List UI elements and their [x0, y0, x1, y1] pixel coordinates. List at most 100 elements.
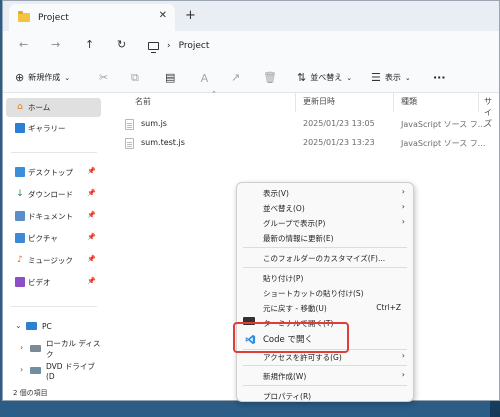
js-file-icon: [125, 119, 134, 130]
sidebar-item-label: ビデオ: [28, 278, 51, 287]
file-type: JavaScript ソース フ...: [401, 139, 486, 148]
menu-item-label: 表示(V): [263, 189, 289, 198]
menu-item-customize[interactable]: このフォルダーのカスタマイズ(F)...: [237, 250, 413, 265]
menu-item-view[interactable]: 表示(V) ›: [237, 185, 413, 200]
dvd-drive-icon: [30, 367, 41, 374]
menu-item-paste[interactable]: 貼り付け(P): [237, 270, 413, 285]
video-icon: [15, 277, 25, 287]
column-divider[interactable]: [295, 93, 296, 112]
sidebar-item-music[interactable]: ♪ ミュージック 📌: [6, 251, 101, 270]
menu-item-label: 最新の情報に更新(E): [263, 234, 334, 243]
pin-icon[interactable]: 📌: [87, 255, 96, 263]
tab-bar: Project ✕ +: [3, 1, 499, 31]
share-icon[interactable]: ↗: [231, 62, 240, 93]
submenu-arrow-icon: ›: [401, 202, 405, 211]
tab-project[interactable]: Project ✕: [9, 4, 175, 31]
submenu-arrow-icon: ›: [401, 370, 405, 379]
address-path[interactable]: › Project: [140, 34, 499, 58]
monitor-icon: [148, 42, 159, 53]
menu-item-new[interactable]: 新規作成(W) ›: [237, 368, 413, 383]
rename-icon[interactable]: Ａ: [199, 62, 210, 93]
sidebar-item-downloads[interactable]: ↓ ダウンロード 📌: [6, 185, 101, 204]
sidebar-item-desktop[interactable]: デスクトップ 📌: [6, 163, 101, 182]
delete-icon[interactable]: 🗑: [263, 62, 277, 93]
sidebar-item-label: ダウンロード: [28, 190, 73, 199]
download-icon: ↓: [16, 189, 24, 199]
sidebar-item-videos[interactable]: ビデオ 📌: [6, 273, 101, 292]
gallery-icon: [15, 123, 25, 133]
sidebar-item-pc[interactable]: ⌄ PC: [6, 317, 101, 336]
pin-icon[interactable]: 📌: [87, 277, 96, 285]
menu-item-label: プロパティ(R): [263, 392, 312, 401]
menu-item-undo[interactable]: 元に戻す - 移動(U) Ctrl+Z: [237, 300, 413, 315]
file-row[interactable]: sum.test.js 2025/01/23 13:23 JavaScript …: [125, 134, 499, 153]
sidebar-item-label: デスクトップ: [28, 168, 73, 177]
tab-title: Project: [38, 12, 69, 23]
js-file-icon: [125, 138, 134, 149]
new-tab-button[interactable]: +: [185, 8, 196, 23]
submenu-arrow-icon: ›: [401, 187, 405, 196]
drive-icon: [30, 345, 41, 352]
menu-item-properties[interactable]: プロパティ(R): [237, 388, 413, 403]
column-header-name[interactable]: 名前: [135, 96, 151, 107]
file-row[interactable]: sum.js 2025/01/23 13:05 JavaScript ソース フ…: [125, 115, 499, 134]
paste-icon[interactable]: ▤: [165, 62, 175, 93]
new-button-label: 新規作成: [28, 73, 61, 82]
forward-arrow-icon[interactable]: →: [51, 38, 60, 51]
pin-icon[interactable]: 📌: [87, 189, 96, 197]
sidebar-item-home[interactable]: ⌂ ホーム: [6, 98, 101, 117]
sidebar-item-local-disk[interactable]: › ローカル ディスク: [6, 339, 101, 359]
pin-icon[interactable]: 📌: [87, 233, 96, 241]
menu-item-group[interactable]: グループで表示(P) ›: [237, 215, 413, 230]
column-divider[interactable]: [393, 93, 394, 112]
sidebar-item-label: ピクチャ: [28, 234, 58, 243]
plus-circle-icon: ⊕: [15, 71, 25, 84]
chevron-down-icon: ⌄: [346, 73, 353, 82]
cut-icon[interactable]: ✂: [99, 62, 108, 93]
submenu-arrow-icon: ›: [401, 217, 405, 226]
view-list-icon: ☰: [371, 71, 381, 84]
submenu-arrow-icon: ›: [401, 351, 405, 360]
more-options-button[interactable]: ···: [433, 62, 446, 93]
refresh-icon[interactable]: ↻: [117, 38, 126, 51]
column-divider[interactable]: [478, 93, 479, 112]
sidebar-divider: [11, 152, 97, 153]
back-arrow-icon[interactable]: ←: [19, 38, 28, 51]
sidebar-item-documents[interactable]: ドキュメント 📌: [6, 207, 101, 226]
view-button[interactable]: ☰ 表示 ⌄: [371, 62, 411, 93]
column-header-type[interactable]: 種類: [401, 96, 417, 107]
menu-separator: [243, 247, 407, 248]
file-modified: 2025/01/23 13:05: [303, 119, 375, 128]
sidebar-item-label: ドキュメント: [28, 212, 73, 221]
file-name: sum.test.js: [141, 138, 185, 147]
chevron-down-icon[interactable]: ⌄: [15, 321, 22, 330]
menu-item-refresh[interactable]: 最新の情報に更新(E): [237, 230, 413, 245]
chevron-right-icon[interactable]: ›: [20, 365, 23, 374]
sidebar-item-pictures[interactable]: ピクチャ 📌: [6, 229, 101, 248]
menu-item-label: 新規作成(W): [263, 372, 307, 381]
menu-item-sort[interactable]: 並べ替え(O) ›: [237, 200, 413, 215]
highlight-box: [233, 322, 349, 353]
menu-item-label: 元に戻す - 移動(U): [263, 304, 327, 313]
column-header-modified[interactable]: 更新日時: [303, 96, 335, 107]
sidebar-item-dvd-drive[interactable]: › DVD ドライブ (D: [6, 361, 101, 381]
chevron-right-icon[interactable]: ›: [20, 343, 23, 352]
music-icon: ♪: [17, 255, 23, 265]
new-button[interactable]: ⊕ 新規作成 ⌄: [15, 62, 70, 93]
sort-button[interactable]: ⇅ 並べ替え ⌄: [297, 62, 352, 93]
chevron-down-icon: ⌄: [64, 73, 71, 82]
copy-icon[interactable]: ⧉: [131, 62, 139, 93]
menu-separator: [243, 365, 407, 366]
close-tab-icon[interactable]: ✕: [159, 10, 167, 21]
path-segment[interactable]: Project: [179, 41, 210, 51]
pc-icon: [26, 322, 37, 330]
sidebar-item-gallery[interactable]: ギャラリー: [6, 119, 101, 138]
up-arrow-icon[interactable]: ↑: [85, 38, 94, 51]
pin-icon[interactable]: 📌: [87, 211, 96, 219]
desktop-icon: [15, 167, 25, 177]
menu-item-label: アクセスを許可する(G): [263, 353, 342, 362]
menu-item-paste-shortcut[interactable]: ショートカットの貼り付け(S): [237, 285, 413, 300]
chevron-down-icon: ⌄: [404, 73, 411, 82]
file-modified: 2025/01/23 13:23: [303, 138, 375, 147]
pin-icon[interactable]: 📌: [87, 167, 96, 175]
